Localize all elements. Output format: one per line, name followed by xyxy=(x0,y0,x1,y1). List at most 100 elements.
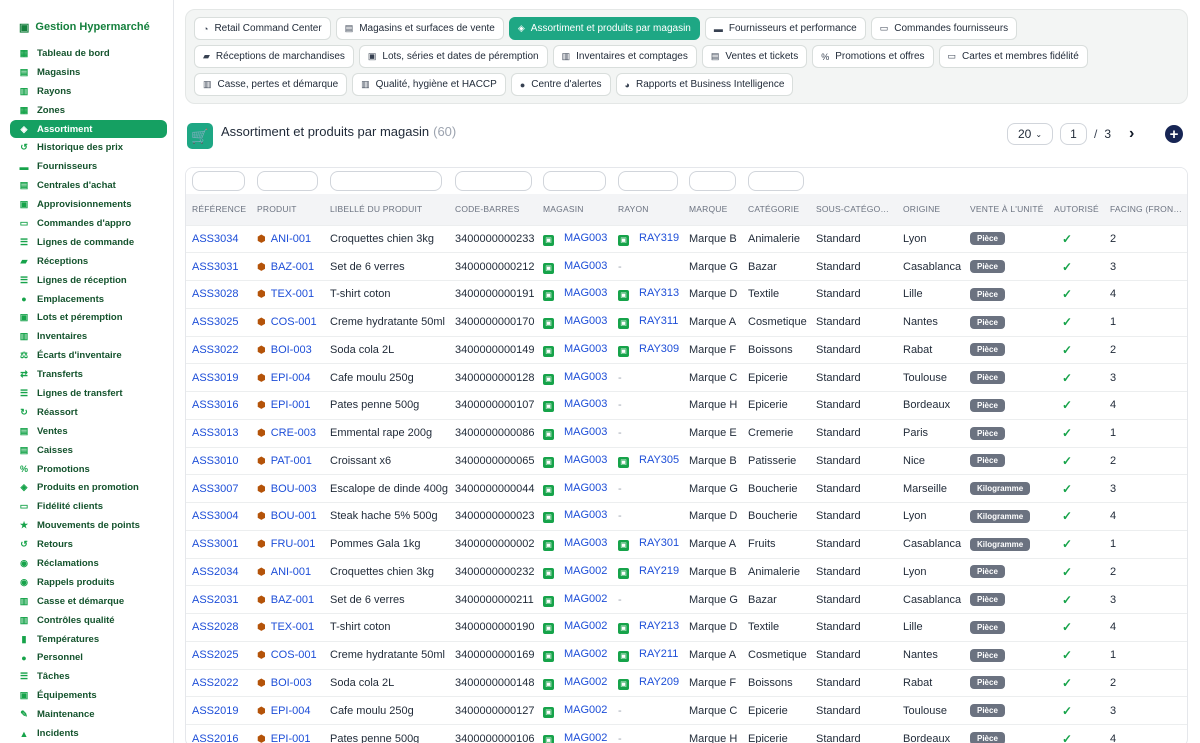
shelf-link[interactable]: RAY311 xyxy=(639,315,678,327)
sidebar-item-29[interactable]: ▥ Casse et démarque xyxy=(10,592,167,611)
sidebar-item-22[interactable]: % Promotions xyxy=(10,460,167,479)
column-filter-input[interactable] xyxy=(618,171,678,191)
store-link[interactable]: MAG002 xyxy=(564,676,607,688)
product-link[interactable]: BOI-003 xyxy=(271,344,312,356)
table-row[interactable]: ASS3004 ⬢ BOU-001 Steak hache 5% 500g 340000… xyxy=(186,502,1187,531)
column-filter-input[interactable] xyxy=(192,171,245,191)
sidebar-item-28[interactable]: ◉ Rappels produits xyxy=(10,573,167,592)
column-header[interactable]: PRODUIT xyxy=(251,194,324,225)
store-link[interactable]: MAG003 xyxy=(564,482,607,494)
product-link[interactable]: PAT-001 xyxy=(271,455,312,467)
table-row[interactable]: ASS2022 ⬢ BOI-003 Soda cola 2L 3400000000148… xyxy=(186,668,1187,697)
table-row[interactable]: ASS2025 ⬢ COS-001 Creme hydratante 50ml 3400… xyxy=(186,640,1187,669)
product-link[interactable]: CRE-003 xyxy=(271,427,316,439)
table-row[interactable]: ASS2034 ⬢ ANI-001 Croquettes chien 3kg 34000… xyxy=(186,557,1187,586)
tab-0-2[interactable]: ◈ Assortiment et produits par magasin xyxy=(508,17,700,40)
column-header[interactable]: MARQUE xyxy=(683,194,742,225)
column-header[interactable]: SOUS-CATÉGO… xyxy=(810,194,897,225)
product-link[interactable]: BOI-003 xyxy=(271,677,312,689)
reference-link[interactable]: ASS3004 xyxy=(192,510,238,522)
sidebar-item-9[interactable]: ▭ Commandes d'appro xyxy=(10,214,167,233)
app-brand[interactable]: ▣ Gestion Hypermarché xyxy=(0,16,173,38)
sidebar-item-7[interactable]: ▤ Centrales d'achat xyxy=(10,176,167,195)
reference-link[interactable]: ASS3028 xyxy=(192,288,238,300)
shelf-link[interactable]: RAY313 xyxy=(639,287,679,299)
sidebar-item-26[interactable]: ↺ Retours xyxy=(10,535,167,554)
tab-1-2[interactable]: ▥ Inventaires et comptages xyxy=(552,45,697,68)
sidebar-item-3[interactable]: ▦ Zones xyxy=(10,101,167,120)
shelf-link[interactable]: RAY301 xyxy=(639,537,679,549)
sidebar-item-34[interactable]: ▣ Équipements xyxy=(10,686,167,705)
reference-link[interactable]: ASS3001 xyxy=(192,538,238,550)
sidebar-item-24[interactable]: ▭ Fidélité clients xyxy=(10,497,167,516)
store-link[interactable]: MAG002 xyxy=(564,565,607,577)
shelf-link[interactable]: RAY305 xyxy=(639,454,679,466)
reference-link[interactable]: ASS3007 xyxy=(192,483,238,495)
sidebar-item-8[interactable]: ▣ Approvisionnements xyxy=(10,195,167,214)
tab-2-1[interactable]: ▥ Qualité, hygiène et HACCP xyxy=(352,73,506,96)
sidebar-item-15[interactable]: ▥ Inventaires xyxy=(10,327,167,346)
table-row[interactable]: ASS3007 ⬢ BOU-003 Escalope de dinde 400g 340… xyxy=(186,474,1187,503)
store-link[interactable]: MAG003 xyxy=(564,343,607,355)
column-header[interactable]: MAGASIN xyxy=(537,194,612,225)
sidebar-item-14[interactable]: ▣ Lots et péremption xyxy=(10,308,167,327)
product-link[interactable]: TEX-001 xyxy=(271,621,314,633)
column-header[interactable]: RÉFÉRENCE xyxy=(186,194,251,225)
tab-0-0[interactable]: ◔ Retail Command Center xyxy=(194,17,331,40)
sidebar-item-36[interactable]: ▲ Incidents xyxy=(10,724,167,743)
sidebar-item-35[interactable]: ✎ Maintenance xyxy=(10,705,167,724)
sidebar-item-30[interactable]: ▥ Contrôles qualité xyxy=(10,611,167,630)
table-row[interactable]: ASS3022 ⬢ BOI-003 Soda cola 2L 3400000000149… xyxy=(186,335,1187,364)
shelf-link[interactable]: RAY209 xyxy=(639,676,679,688)
column-filter-input[interactable] xyxy=(689,171,736,191)
column-filter-input[interactable] xyxy=(748,171,804,191)
sidebar-item-13[interactable]: ● Emplacements xyxy=(10,290,167,309)
table-row[interactable]: ASS2016 ⬢ EPI-001 Pates penne 500g 340000000… xyxy=(186,724,1187,743)
column-header[interactable]: FACING (FRON… xyxy=(1104,194,1187,225)
store-link[interactable]: MAG002 xyxy=(564,648,607,660)
tab-1-4[interactable]: % Promotions et offres xyxy=(812,45,934,68)
reference-link[interactable]: ASS2031 xyxy=(192,594,238,606)
column-header[interactable]: AUTORISÉ xyxy=(1048,194,1104,225)
store-link[interactable]: MAG003 xyxy=(564,426,607,438)
store-link[interactable]: MAG003 xyxy=(564,371,607,383)
column-filter-input[interactable] xyxy=(330,171,442,191)
table-row[interactable]: ASS3019 ⬢ EPI-004 Cafe moulu 250g 3400000000… xyxy=(186,363,1187,392)
column-filter-input[interactable] xyxy=(257,171,318,191)
table-row[interactable]: ASS3001 ⬢ FRU-001 Pommes Gala 1kg 3400000000… xyxy=(186,529,1187,558)
product-link[interactable]: BAZ-001 xyxy=(271,261,314,273)
tab-0-3[interactable]: ▬ Fournisseurs et performance xyxy=(704,17,866,40)
page-input[interactable]: 1 xyxy=(1060,123,1087,145)
reference-link[interactable]: ASS2019 xyxy=(192,705,238,717)
reference-link[interactable]: ASS2028 xyxy=(192,621,238,633)
column-filter-input[interactable] xyxy=(543,171,606,191)
shelf-link[interactable]: RAY213 xyxy=(639,620,679,632)
column-header[interactable]: CODE-BARRES xyxy=(449,194,537,225)
reference-link[interactable]: ASS3034 xyxy=(192,233,238,245)
store-link[interactable]: MAG003 xyxy=(564,287,607,299)
store-link[interactable]: MAG002 xyxy=(564,732,607,743)
product-link[interactable]: COS-001 xyxy=(271,316,317,328)
sidebar-item-25[interactable]: ★ Mouvements de points xyxy=(10,516,167,535)
product-link[interactable]: BOU-003 xyxy=(271,483,317,495)
column-header[interactable]: RAYON xyxy=(612,194,683,225)
store-link[interactable]: MAG003 xyxy=(564,537,607,549)
tab-1-1[interactable]: ▣ Lots, séries et dates de péremption xyxy=(358,45,548,68)
tab-0-4[interactable]: ▭ Commandes fournisseurs xyxy=(870,17,1018,40)
sidebar-item-0[interactable]: ▦ Tableau de bord xyxy=(10,44,167,63)
column-header[interactable]: VENTE À L'UNITÉ xyxy=(964,194,1048,225)
store-link[interactable]: MAG003 xyxy=(564,232,607,244)
product-link[interactable]: ANI-001 xyxy=(271,566,311,578)
table-row[interactable]: ASS3010 ⬢ PAT-001 Croissant x6 3400000000065… xyxy=(186,446,1187,475)
table-row[interactable]: ASS2031 ⬢ BAZ-001 Set de 6 verres 3400000000… xyxy=(186,585,1187,614)
product-link[interactable]: EPI-001 xyxy=(271,399,311,411)
store-link[interactable]: MAG002 xyxy=(564,620,607,632)
reference-link[interactable]: ASS3013 xyxy=(192,427,238,439)
table-row[interactable]: ASS3028 ⬢ TEX-001 T-shirt coton 340000000019… xyxy=(186,280,1187,309)
table-row[interactable]: ASS3031 ⬢ BAZ-001 Set de 6 verres 3400000000… xyxy=(186,252,1187,281)
reference-link[interactable]: ASS2034 xyxy=(192,566,238,578)
next-page-button[interactable]: › xyxy=(1129,125,1134,143)
shelf-link[interactable]: RAY319 xyxy=(639,232,679,244)
tab-1-3[interactable]: ▤ Ventes et tickets xyxy=(701,45,808,68)
column-header[interactable]: ORIGINE xyxy=(897,194,964,225)
